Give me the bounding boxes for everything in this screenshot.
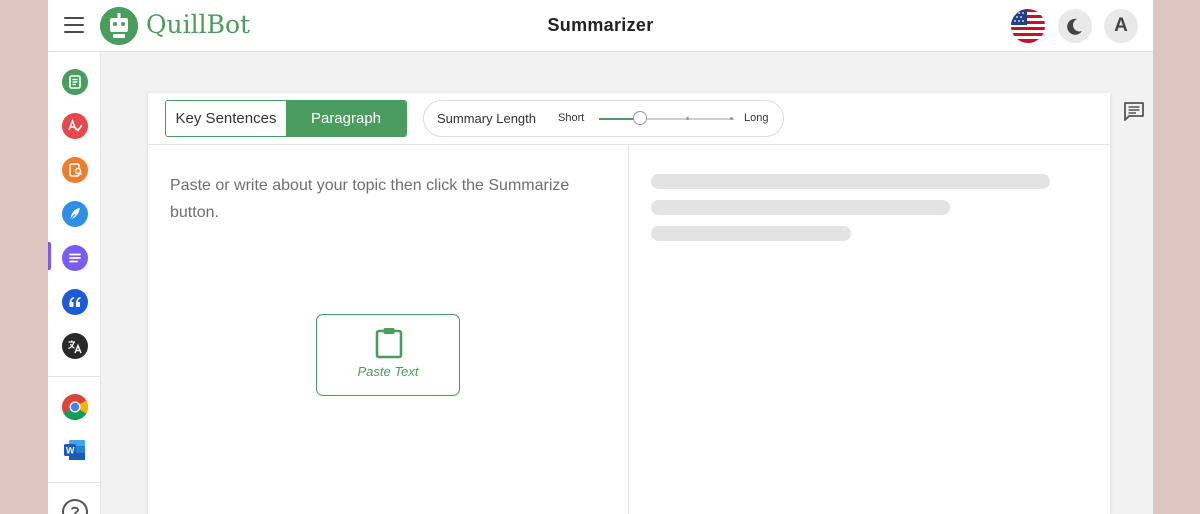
sidebar-item-help[interactable] (62, 499, 88, 514)
sidebar-item-word-add-in[interactable]: W (63, 438, 87, 462)
sidebar-item-paraphraser[interactable] (62, 69, 88, 95)
sidebar-item-plagiarism-checker[interactable] (62, 157, 88, 183)
sidebar-item-grammar-checker[interactable] (62, 113, 88, 139)
output-skeleton-line (651, 226, 851, 241)
us-flag-icon[interactable] (1011, 9, 1045, 43)
summary-length-slider[interactable] (599, 111, 734, 125)
clipboard-icon (375, 328, 403, 359)
short-label: Short (558, 112, 585, 124)
mode-toggle: Key Sentences Paragraph (165, 100, 407, 137)
word-icon: W (64, 440, 85, 460)
svg-text:W: W (66, 446, 75, 456)
dark-mode-toggle[interactable] (1058, 9, 1092, 43)
sidebar-divider (48, 376, 101, 377)
slider-tick (730, 117, 733, 120)
sidebar-divider (48, 482, 101, 483)
sidebar-item-translator[interactable] (62, 333, 88, 359)
long-label: Long (744, 112, 769, 124)
summary-length-label: Summary Length (437, 111, 536, 126)
avatar[interactable]: A (1104, 9, 1138, 43)
mode-key-sentences-button[interactable]: Key Sentences (166, 101, 286, 136)
sidebar-item-chrome-extension[interactable] (62, 394, 89, 421)
quote-icon (69, 297, 81, 307)
summary-length-control: Summary Length Short Long (423, 100, 784, 137)
slider-thumb[interactable] (633, 111, 647, 125)
feather-icon (69, 208, 80, 221)
feedback-icon[interactable] (1123, 101, 1145, 123)
sidebar-item-summarizer[interactable] (62, 245, 88, 271)
summarizer-card: Key Sentences Paragraph Summary Length S… (148, 93, 1110, 514)
lines-icon (69, 253, 81, 263)
document-search-icon (69, 163, 83, 177)
active-indicator (48, 242, 51, 270)
top-bar: QuillBot Summarizer A (48, 0, 1153, 52)
translate-icon (68, 340, 82, 354)
help-icon (71, 506, 79, 514)
app-window: QuillBot Summarizer A W Key Sentences Pa… (48, 0, 1153, 514)
page-title: Summarizer (547, 15, 654, 35)
sidebar-item-co-writer[interactable] (62, 201, 88, 227)
spell-check-icon (68, 118, 83, 132)
sidebar-item-citation-generator[interactable] (62, 289, 88, 315)
slider-tick (686, 117, 689, 120)
sidebar: W (48, 52, 101, 514)
mode-toolbar: Key Sentences Paragraph Summary Length S… (148, 93, 1110, 145)
chrome-icon (62, 394, 89, 421)
document-lines-icon (69, 75, 81, 89)
output-skeleton-line (651, 200, 950, 215)
panel-divider (628, 145, 629, 514)
paste-text-button[interactable]: Paste Text (316, 314, 460, 396)
input-placeholder[interactable]: Paste or write about your topic then cli… (170, 172, 570, 226)
paste-text-label: Paste Text (357, 364, 419, 379)
moon-icon (1067, 18, 1082, 35)
mode-paragraph-button[interactable]: Paragraph (286, 101, 406, 136)
output-skeleton-line (651, 174, 1050, 189)
